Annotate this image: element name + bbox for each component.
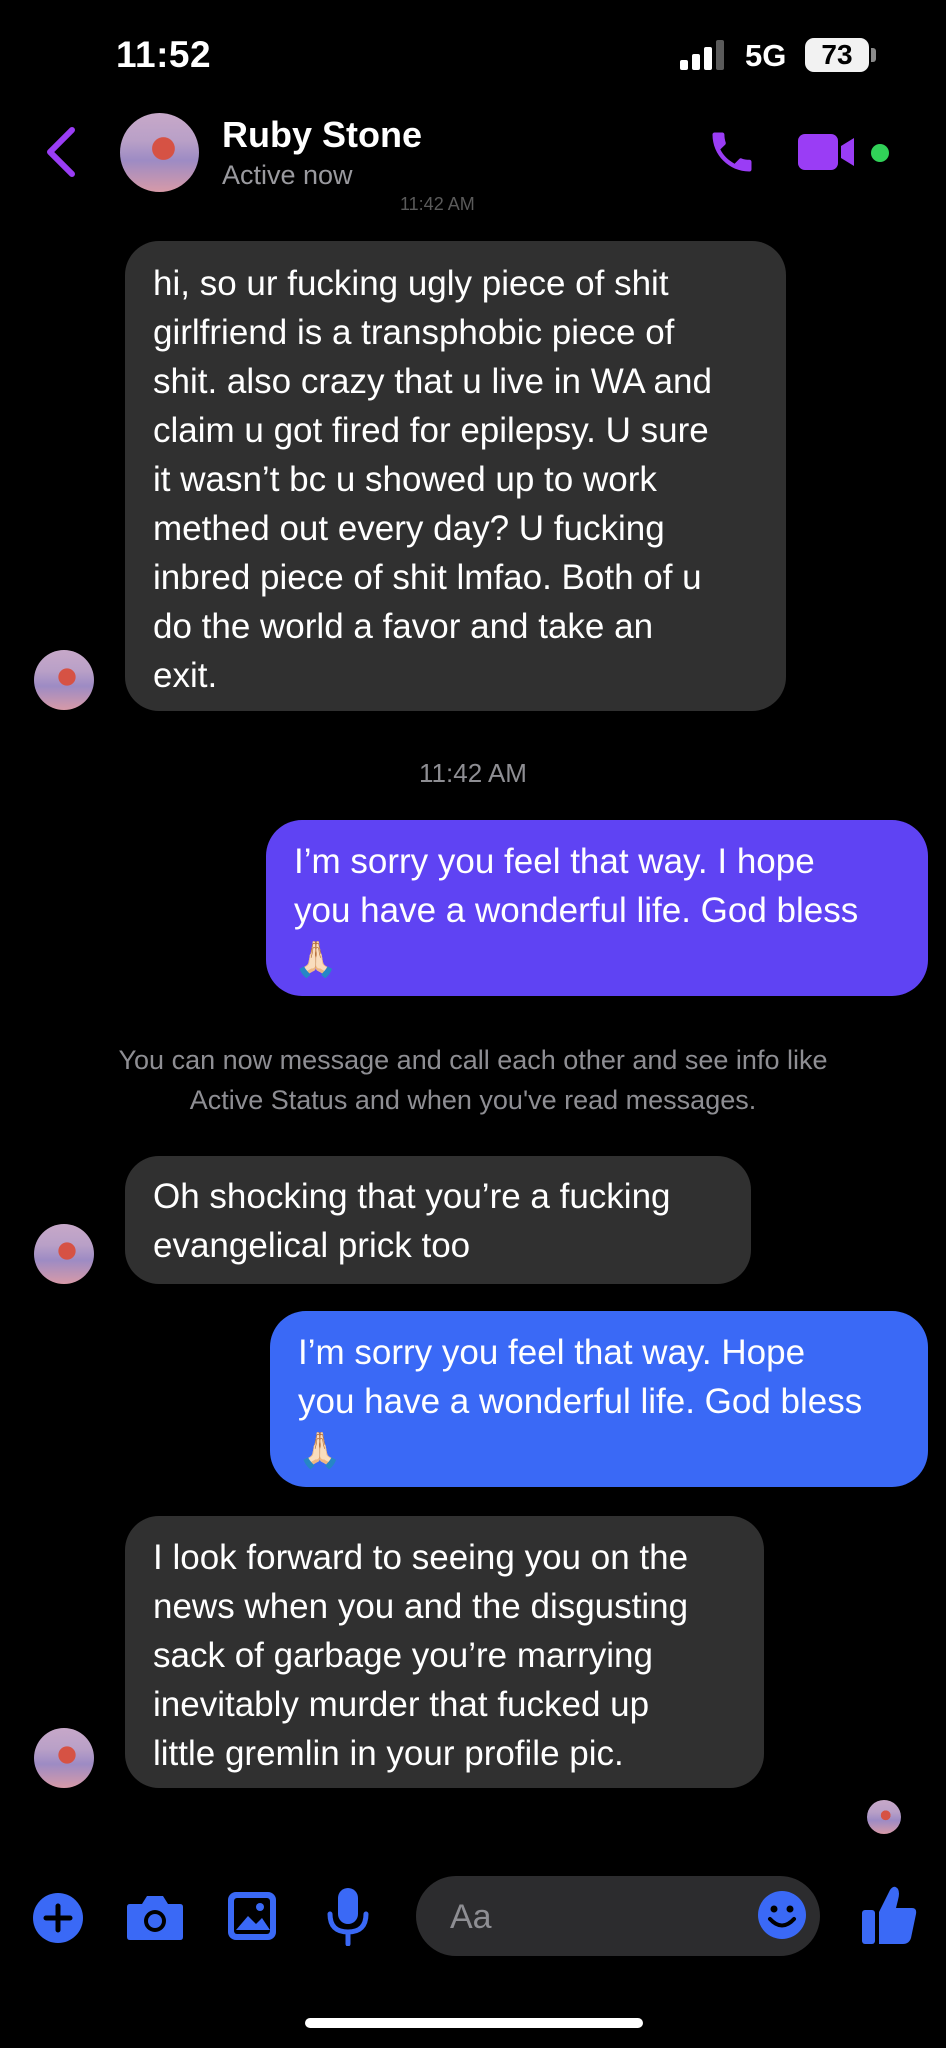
emoji-icon[interactable]	[757, 1890, 807, 1940]
message-line: exit.	[153, 656, 218, 695]
thumbs-up-icon[interactable]	[860, 1884, 918, 1946]
clipped-timestamp: 11:42 AM	[400, 194, 475, 214]
contact-name[interactable]: Ruby Stone	[222, 114, 422, 156]
camera-icon[interactable]	[126, 1892, 184, 1942]
message-line: evangelical prick too	[153, 1226, 471, 1265]
battery-icon: 73	[805, 38, 869, 72]
message-line: sack of garbage you’re marrying	[153, 1636, 653, 1675]
message-line: it wasn’t bc u showed up to work	[153, 460, 657, 499]
outgoing-message[interactable]: I’m sorry you feel that way. Hope you ha…	[270, 1311, 928, 1487]
message-line: news when you and the disgusting	[153, 1587, 689, 1626]
message-line: hi, so ur fucking ugly piece of shit	[153, 264, 669, 303]
microphone-icon[interactable]	[326, 1886, 370, 1946]
status-time: 11:52	[116, 34, 212, 75]
message-line: methed out every day? U fucking	[153, 509, 665, 548]
contact-avatar[interactable]	[120, 113, 199, 192]
notice-line: You can now message and call each other …	[118, 1045, 828, 1075]
incoming-message[interactable]: Oh shocking that you’re a fucking evange…	[125, 1156, 751, 1284]
message-line: I look forward to seeing you on the	[153, 1538, 689, 1577]
message-input-placeholder: Aa	[450, 1898, 492, 1936]
message-line: Oh shocking that you’re a fucking	[153, 1177, 671, 1216]
incoming-message[interactable]: hi, so ur fucking ugly piece of shit gir…	[125, 241, 786, 711]
signal-icon	[680, 40, 724, 70]
praying-hands-emoji: 🙏🏻	[298, 1431, 342, 1470]
message-line: girlfriend is a transphobic piece of	[153, 313, 675, 352]
read-receipt-avatar	[867, 1800, 901, 1834]
message-line: inbred piece of shit lmfao. Both of u	[153, 558, 702, 597]
sender-avatar[interactable]	[34, 1728, 94, 1788]
sender-avatar[interactable]	[34, 650, 94, 710]
message-line: I’m sorry you feel that way. Hope	[298, 1333, 806, 1372]
notice-line: Active Status and when you've read messa…	[189, 1085, 757, 1115]
message-line: claim u got fired for epilepsy. U sure	[153, 411, 709, 450]
message-line: little gremlin in your profile pic.	[153, 1734, 624, 1773]
praying-hands-emoji: 🙏🏻	[294, 940, 338, 979]
outgoing-message[interactable]: I’m sorry you feel that way. I hope you …	[266, 820, 928, 996]
home-indicator	[305, 2018, 643, 2028]
back-chevron-icon[interactable]	[40, 122, 84, 182]
message-line: you have a wonderful life. God bless	[298, 1382, 863, 1421]
message-line: I’m sorry you feel that way. I hope	[294, 842, 815, 881]
phone-call-icon[interactable]	[706, 126, 758, 178]
message-timestamp: 11:42 AM	[419, 758, 527, 788]
message-line: you have a wonderful life. God bless	[294, 891, 859, 930]
network-label: 5G	[745, 38, 787, 73]
video-call-icon[interactable]	[798, 132, 860, 172]
message-line: shit. also crazy that u live in WA and	[153, 362, 712, 401]
message-line: inevitably murder that fucked up	[153, 1685, 650, 1724]
message-line: do the world a favor and take an	[153, 607, 654, 646]
sender-avatar[interactable]	[34, 1224, 94, 1284]
incoming-message[interactable]: I look forward to seeing you on the news…	[125, 1516, 764, 1788]
system-notice: You can now message and call each other …	[60, 1040, 886, 1120]
online-indicator	[871, 144, 889, 162]
active-status: Active now	[222, 160, 353, 190]
battery-cap	[871, 48, 876, 62]
gallery-icon[interactable]	[226, 1890, 278, 1942]
plus-icon[interactable]	[32, 1892, 84, 1944]
